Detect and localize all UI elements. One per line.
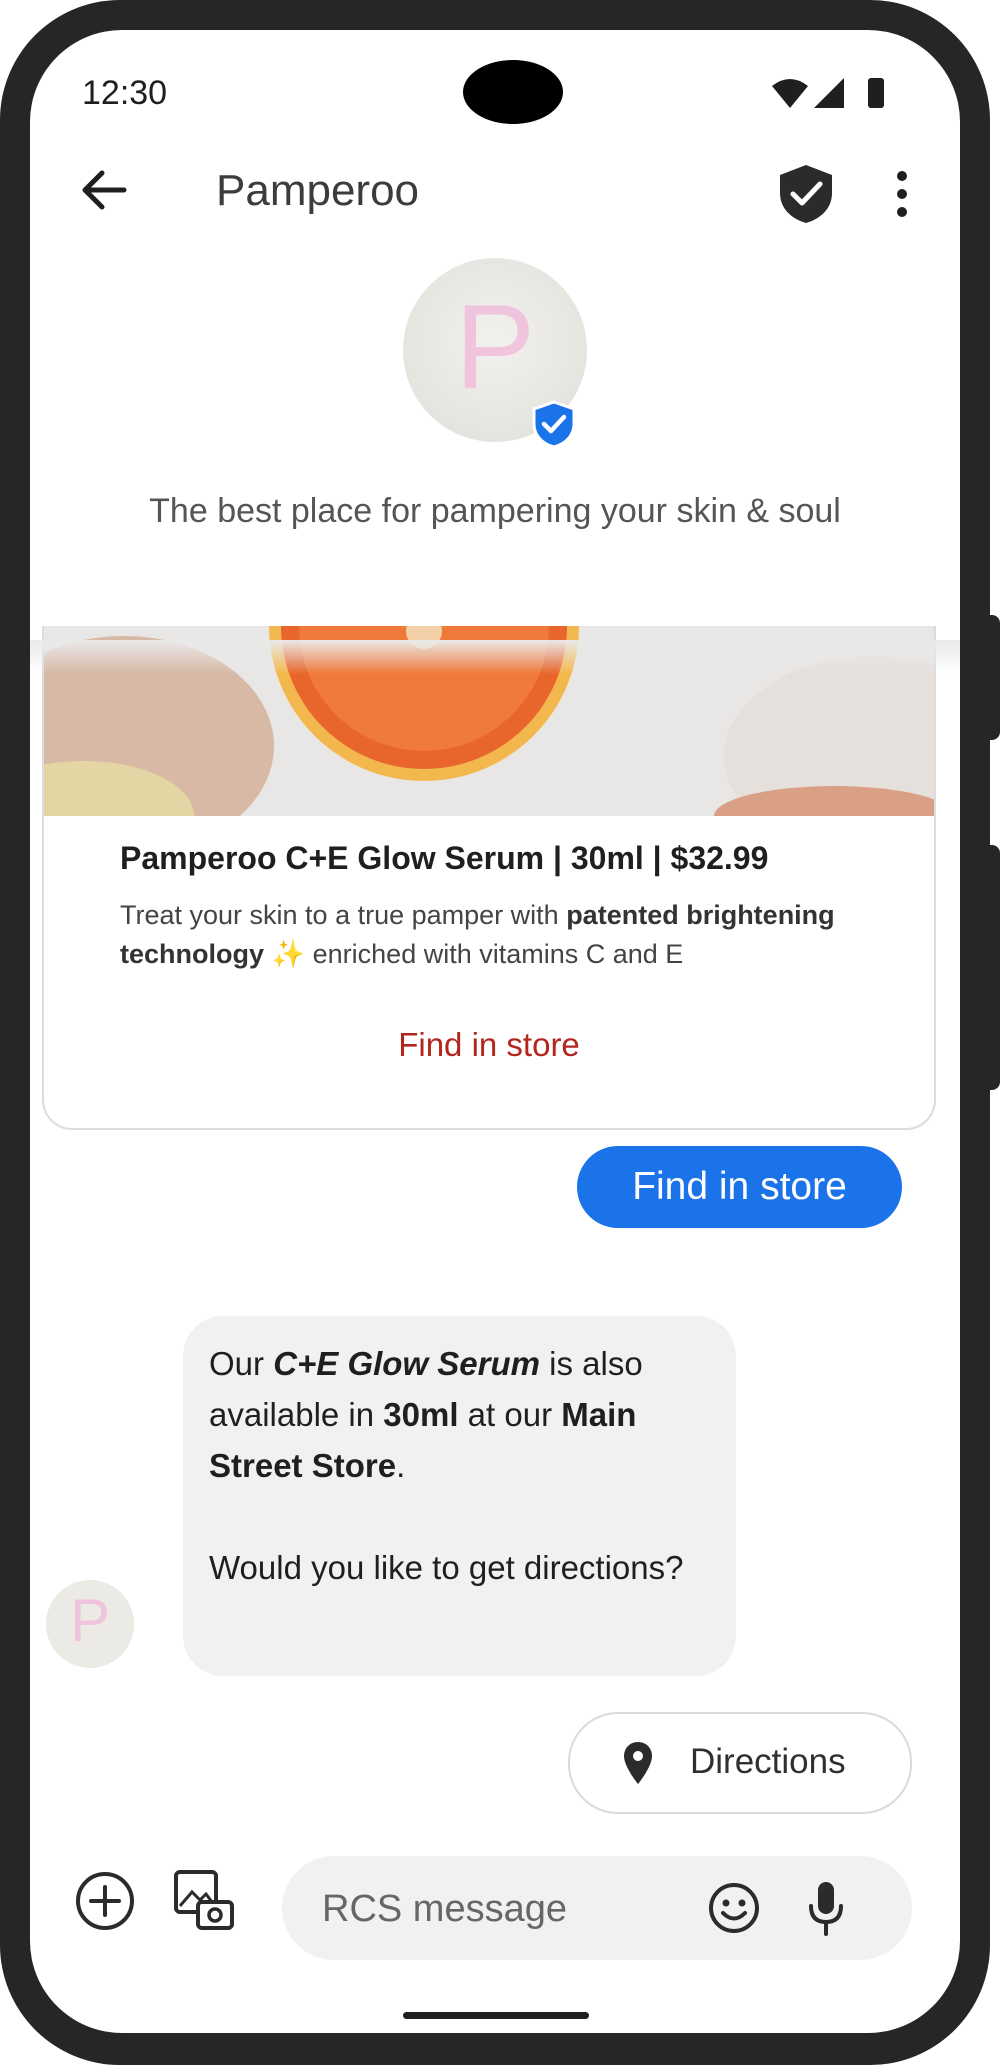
- location-pin-icon: [624, 1742, 652, 1784]
- product-description: Treat your skin to a true pamper with pa…: [120, 896, 920, 974]
- received-message-text: Our C+E Glow Serum is also available in …: [209, 1338, 709, 1593]
- power-button: [984, 845, 1000, 1090]
- conversation-title: Pamperoo: [216, 166, 420, 215]
- screen: 12:30 Pamperoo P The best place for pamp…: [30, 30, 960, 2033]
- emoji-icon[interactable]: [706, 1880, 762, 1936]
- find-in-store-action[interactable]: Find in store: [44, 1026, 934, 1064]
- received-message-bubble: Our C+E Glow Serum is also available in …: [183, 1316, 736, 1676]
- status-icons: [772, 78, 884, 108]
- description-suffix: enriched with vitamins C and E: [305, 939, 684, 969]
- rcs-message-input[interactable]: [320, 1880, 684, 1938]
- verified-shield-icon[interactable]: [776, 163, 836, 225]
- sparkle-emoji: ✨: [264, 939, 306, 969]
- product-rich-card[interactable]: Pamperoo C+E Glow Serum | 30ml | $32.99 …: [42, 626, 936, 1130]
- sender-avatar-letter: P: [69, 1587, 111, 1654]
- directions-suggestion-chip[interactable]: Directions: [568, 1712, 912, 1814]
- add-attachment-icon[interactable]: [74, 1870, 136, 1932]
- message-text-part: Our: [209, 1345, 274, 1382]
- avatar-letter: P: [454, 280, 536, 414]
- product-size: 30ml: [383, 1396, 459, 1433]
- verified-badge-icon: [532, 400, 576, 448]
- more-options-icon[interactable]: [892, 168, 912, 220]
- volume-button: [984, 615, 1000, 740]
- header-divider: [30, 640, 960, 674]
- phone-frame: 12:30 Pamperoo P The best place for pamp…: [0, 0, 990, 2065]
- product-name: C+E Glow Serum: [273, 1345, 541, 1382]
- battery-icon: [868, 78, 884, 108]
- message-text-part: at our: [458, 1396, 562, 1433]
- message-text-part: .: [396, 1447, 406, 1484]
- message-composer: [282, 1856, 912, 1960]
- microphone-icon[interactable]: [806, 1878, 846, 1938]
- wifi-icon: [772, 79, 808, 108]
- business-tagline: The best place for pampering your skin &…: [149, 492, 841, 530]
- home-indicator[interactable]: [403, 2012, 589, 2019]
- directions-label: Directions: [690, 1742, 846, 1781]
- sent-message-bubble: Find in store: [577, 1146, 902, 1228]
- status-time: 12:30: [82, 74, 168, 112]
- back-arrow-icon[interactable]: [74, 160, 134, 220]
- sender-avatar[interactable]: P: [46, 1580, 134, 1668]
- gallery-camera-icon[interactable]: [172, 1868, 236, 1932]
- product-title: Pamperoo C+E Glow Serum | 30ml | $32.99: [120, 840, 769, 876]
- description-prefix: Treat your skin to a true pamper with: [120, 900, 567, 930]
- front-camera: [463, 60, 563, 124]
- directions-question: Would you like to get directions?: [209, 1549, 684, 1586]
- signal-icon: [814, 78, 844, 108]
